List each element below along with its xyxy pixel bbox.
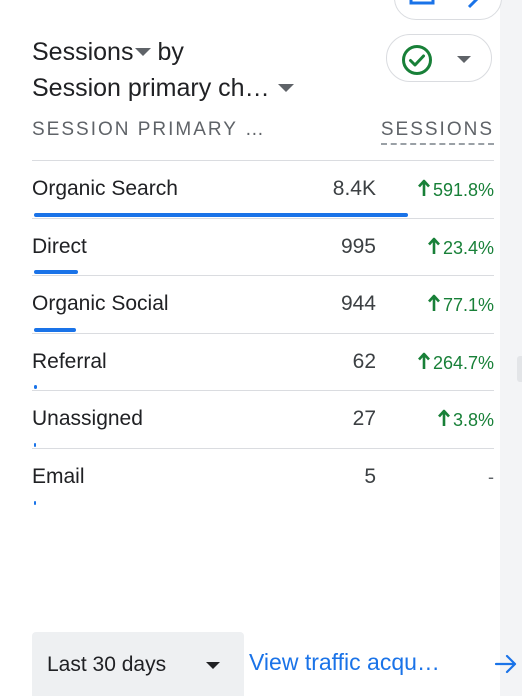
row-value: 995 [340, 234, 376, 258]
metric-selector-label: Sessions [32, 38, 134, 66]
comparison-selector[interactable] [386, 34, 492, 82]
check-circle-icon [401, 44, 433, 81]
dimension-selector-label: Session primary ch… [32, 74, 270, 102]
arrow-up-icon [438, 409, 450, 432]
row-share-bar [34, 212, 409, 217]
side-panel-edge [500, 0, 522, 696]
row-change: 264.7% [417, 352, 494, 375]
view-traffic-acquisition-link[interactable]: View traffic acqu… [249, 649, 440, 676]
row-change: 3.8% [438, 409, 494, 432]
row-change: 23.4% [427, 237, 494, 260]
row-share-bar [34, 327, 76, 332]
row-value: 62 [352, 349, 376, 373]
row-value: 27 [352, 407, 376, 430]
row-share-bar [34, 442, 36, 447]
table-row[interactable]: Email 5 - [32, 449, 494, 507]
row-share-bar [34, 385, 37, 389]
row-change-text: 3.8% [452, 410, 494, 430]
table-row[interactable]: Organic Social 944 77.1% [32, 276, 494, 334]
table-row[interactable]: Organic Search 8.4K 591.8% [32, 161, 494, 219]
arrow-up-icon [427, 237, 440, 260]
row-share-bar [34, 270, 78, 274]
arrow-up-icon [417, 179, 430, 202]
date-range-select[interactable]: Last 30 days [32, 632, 244, 696]
row-label: Email [32, 464, 85, 488]
metric-dropdown-icon[interactable] [135, 48, 152, 56]
row-label: Referral [32, 349, 107, 373]
row-change: 591.8% [417, 179, 494, 202]
arrow-up-icon [427, 294, 440, 317]
row-value: 5 [364, 464, 376, 488]
row-value: 944 [340, 292, 376, 315]
row-change-text: 23.4% [442, 237, 494, 258]
panel-resize-handle[interactable] [517, 356, 522, 382]
chevron-down-icon [457, 56, 471, 63]
card-toolbar [394, 0, 502, 20]
chevron-down-icon [206, 662, 220, 669]
insights-icon[interactable] [409, 0, 437, 18]
card-title: Sessions by Session primary ch… [32, 34, 332, 106]
table-row[interactable]: Referral 62 264.7% [32, 334, 494, 391]
row-change-text: 591.8% [432, 180, 494, 200]
row-change: 77.1% [427, 294, 494, 317]
arrow-up-icon [417, 352, 430, 375]
table-row[interactable]: Direct 995 23.4% [32, 219, 494, 276]
row-label: Unassigned [32, 407, 143, 430]
row-value: 8.4K [332, 177, 376, 200]
row-change-text: - [488, 466, 494, 487]
dimension-dropdown-icon[interactable] [277, 84, 294, 92]
row-label: Organic Social [32, 292, 169, 315]
edit-icon[interactable] [467, 0, 487, 18]
row-change-text: 264.7% [432, 352, 494, 373]
row-label: Direct [32, 234, 87, 258]
date-range-label: Last 30 days [47, 653, 167, 676]
title-by-text: by [157, 38, 184, 66]
sessions-column-header[interactable]: SESSIONS [380, 119, 494, 145]
row-change: - [488, 467, 494, 488]
arrow-right-icon[interactable] [494, 652, 518, 681]
row-share-bar [34, 501, 36, 505]
channel-table: Organic Search 8.4K 591.8% Direct 995 23… [32, 161, 494, 506]
dimension-column-header: SESSION PRIMARY … [32, 119, 266, 140]
table-row[interactable]: Unassigned 27 3.8% [32, 391, 494, 449]
row-label: Organic Search [32, 177, 178, 200]
row-change-text: 77.1% [442, 295, 494, 315]
